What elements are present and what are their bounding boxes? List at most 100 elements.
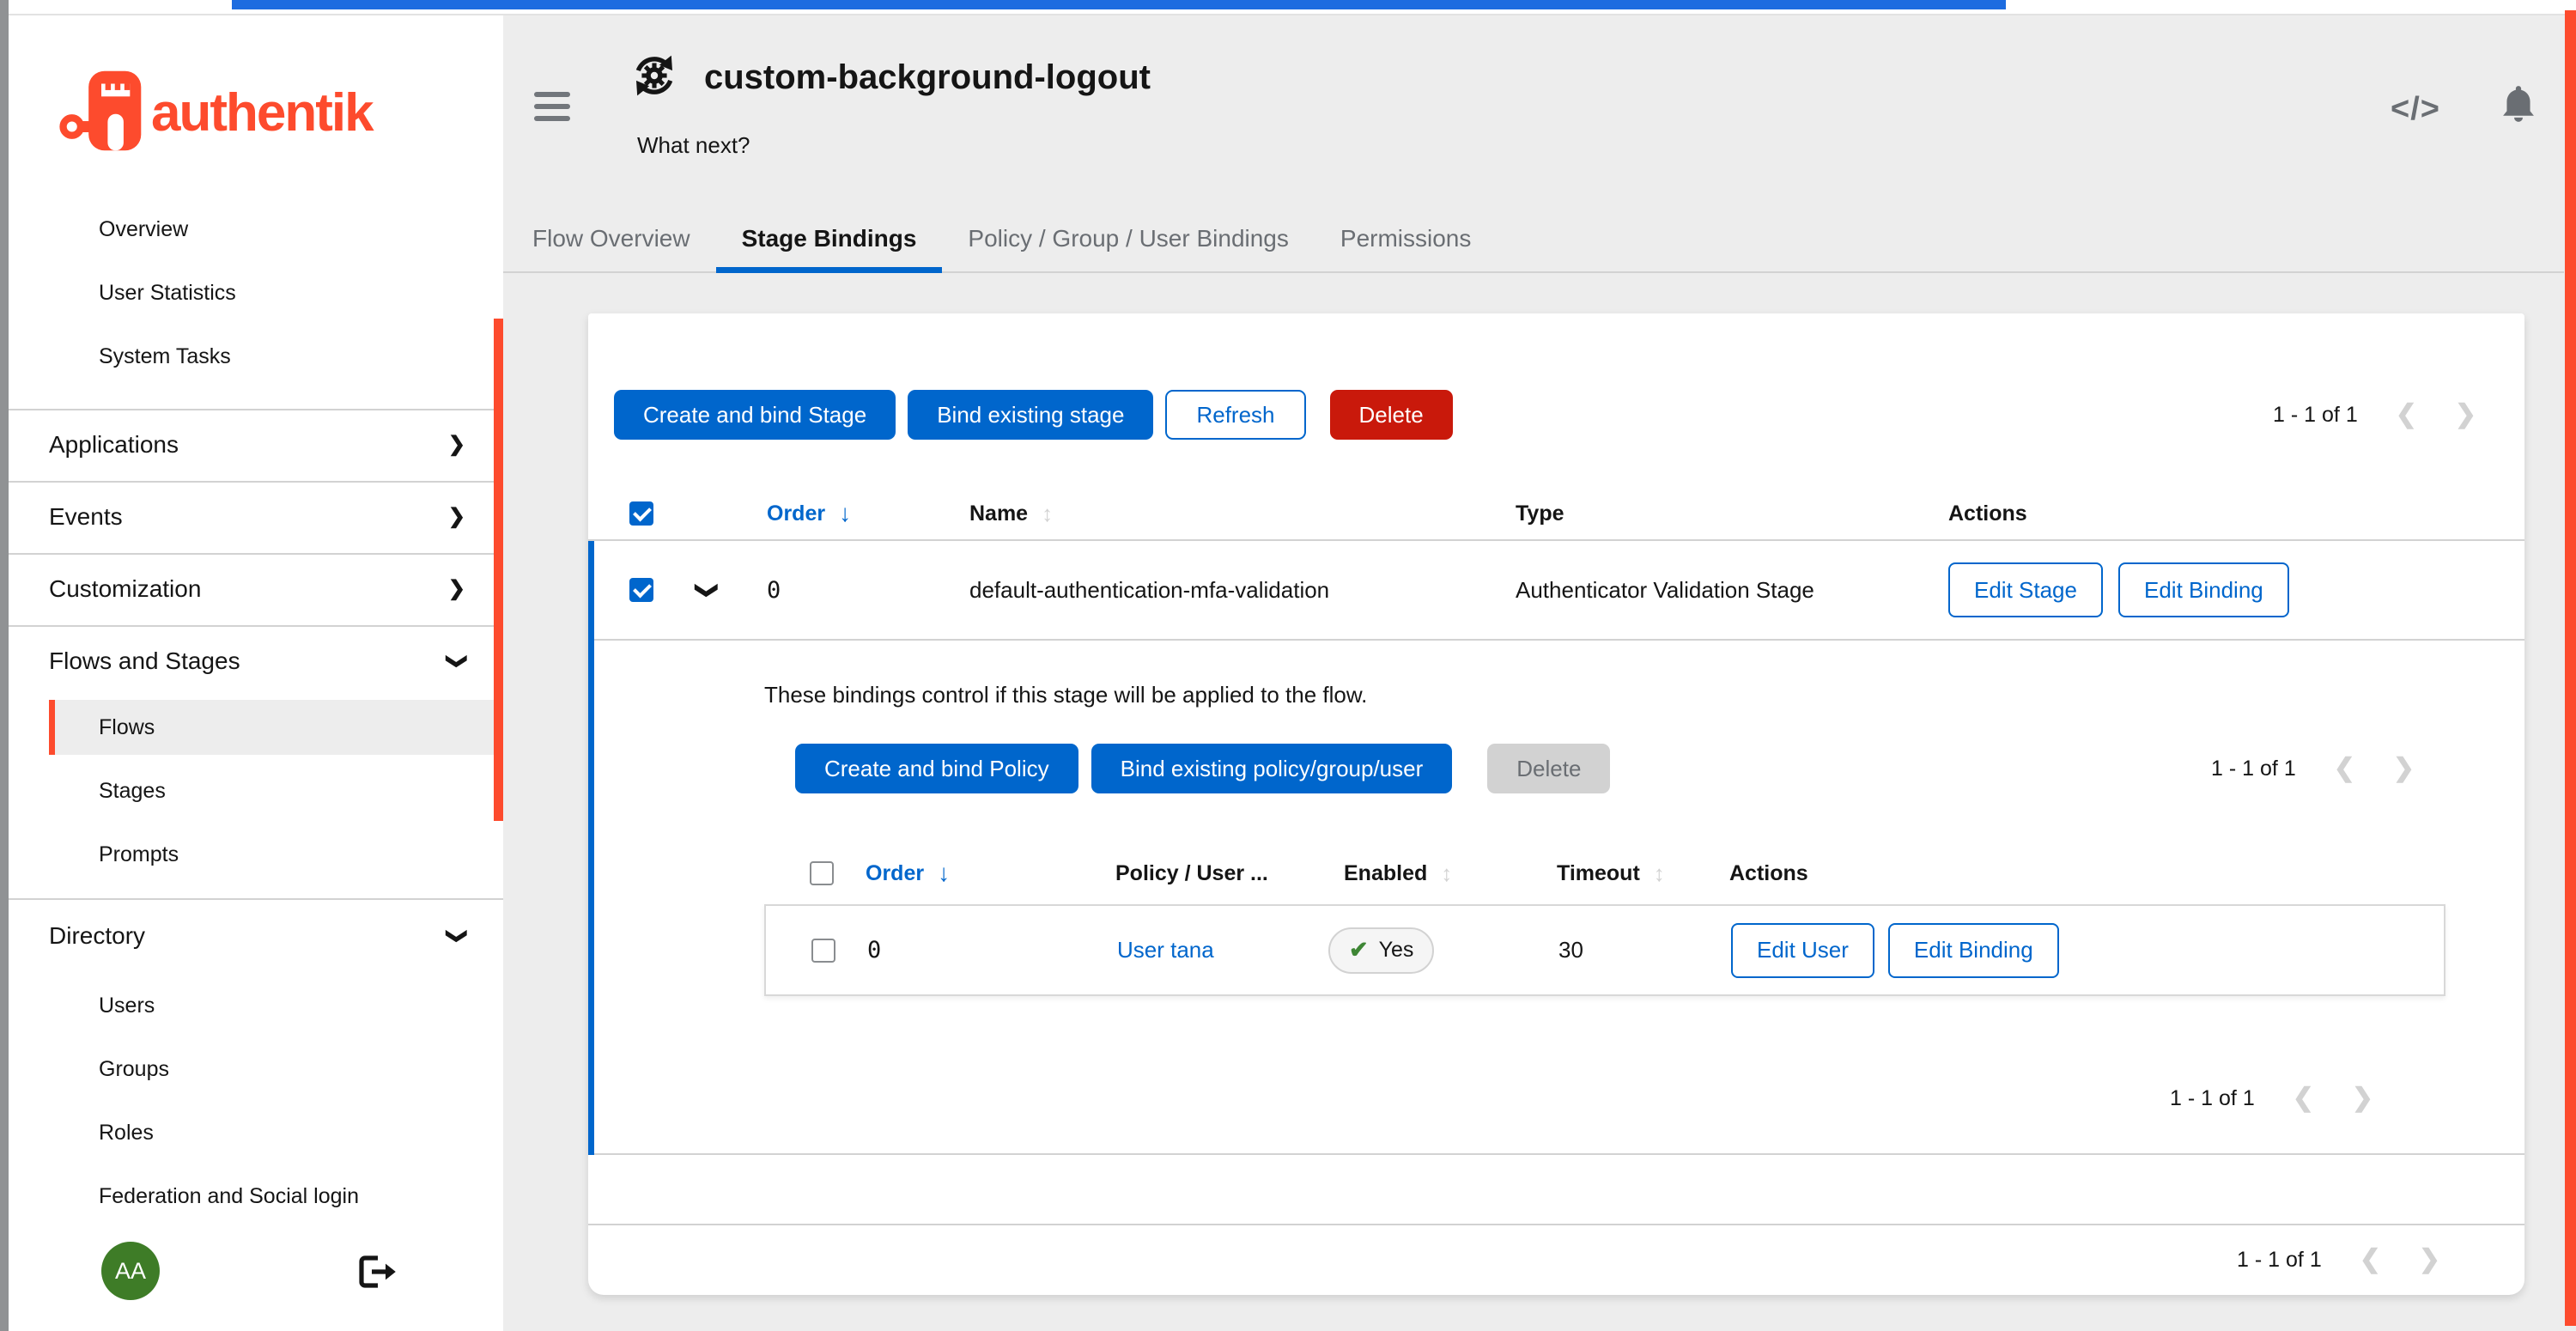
stage-table-header: Order ↓ Name ↕ Type Actions — [588, 486, 2524, 541]
policy-table-header: Order ↓ Policy / User ... Enabled ↕ Time… — [764, 842, 2445, 904]
sort-icon: ↕ — [1042, 501, 1053, 527]
sidebar-item-stages[interactable]: Stages — [9, 759, 503, 823]
pagination-next-icon[interactable]: ❯ — [2455, 402, 2476, 428]
pagination-prev-icon[interactable]: ❮ — [2396, 402, 2417, 428]
menu-icon[interactable] — [534, 92, 570, 128]
pagination-label: 1 - 1 of 1 — [2237, 1248, 2322, 1273]
select-all-checkbox[interactable] — [810, 861, 834, 885]
policy-table: Order ↓ Policy / User ... Enabled ↕ Time… — [764, 842, 2445, 996]
select-all-checkbox[interactable] — [629, 501, 653, 526]
pagination-next-icon[interactable]: ❯ — [2419, 1247, 2440, 1273]
sidebar-item-overview[interactable]: Overview — [9, 198, 503, 261]
select-all-cell — [629, 486, 653, 541]
column-label: Name — [969, 501, 1028, 526]
chevron-right-icon: ❯ — [448, 507, 465, 527]
column-label: Actions — [1729, 861, 1808, 886]
stage-toolbar: Create and bind Stage Bind existing stag… — [614, 390, 2476, 440]
sidebar-group-directory[interactable]: Directory ❯ — [9, 898, 503, 974]
sidebar-item-label: Groups — [99, 1057, 169, 1082]
row-expander-cell: ❯ — [698, 541, 717, 639]
tab-stage-bindings[interactable]: Stage Bindings — [716, 206, 943, 271]
chevron-down-icon: ❯ — [447, 927, 467, 945]
tab-permissions[interactable]: Permissions — [1315, 206, 1497, 271]
policy-table-row: 0 User tana ✔ Yes 30 Edit User Edit Bind… — [764, 904, 2445, 996]
sidebar-item-label: System Tasks — [99, 344, 231, 369]
create-and-bind-stage-button[interactable]: Create and bind Stage — [614, 390, 896, 440]
sidebar-item-label: Flows — [99, 715, 155, 740]
bind-existing-stage-button[interactable]: Bind existing stage — [908, 390, 1153, 440]
pagination-prev-icon[interactable]: ❮ — [2360, 1247, 2381, 1273]
column-label: Policy / User ... — [1115, 861, 1268, 886]
column-header-name[interactable]: Name ↕ — [969, 486, 1053, 541]
column-header-actions: Actions — [1729, 842, 1808, 904]
cell-actions: Edit Stage Edit Binding — [1948, 541, 2289, 639]
edit-stage-button[interactable]: Edit Stage — [1948, 562, 2103, 617]
sidebar-group-applications[interactable]: Applications ❯ — [9, 409, 503, 481]
sort-descending-icon: ↓ — [938, 860, 950, 887]
page-scrollbar[interactable] — [2565, 10, 2576, 1326]
bind-existing-policy-button[interactable]: Bind existing policy/group/user — [1091, 744, 1453, 793]
sidebar-group-flows-and-stages[interactable]: Flows and Stages ❯ — [9, 625, 503, 697]
row-checkbox[interactable] — [629, 578, 653, 602]
notification-bell-icon[interactable] — [2497, 82, 2540, 130]
sidebar: authentik Overview User Statistics Syste… — [9, 15, 503, 1331]
tab-bar: Flow Overview Stage Bindings Policy / Gr… — [503, 206, 2564, 273]
pagination-next-icon[interactable]: ❯ — [2393, 756, 2415, 781]
expander-chevron-icon[interactable]: ❯ — [694, 580, 720, 599]
tab-flow-overview[interactable]: Flow Overview — [507, 206, 716, 271]
pagination-label: 1 - 1 of 1 — [2170, 1086, 2255, 1111]
api-code-icon[interactable]: </> — [2391, 91, 2440, 128]
sidebar-item-label: Prompts — [99, 842, 179, 867]
sidebar-item-groups[interactable]: Groups — [9, 1037, 503, 1101]
card-footer: 1 - 1 of 1 ❮ ❯ — [588, 1224, 2524, 1294]
column-header-type: Type — [1516, 486, 1564, 541]
column-header-policy-user[interactable]: Policy / User ... — [1115, 842, 1268, 904]
sidebar-group-label: Customization — [49, 575, 201, 603]
column-label: Timeout — [1557, 861, 1640, 886]
pagination-bottom: 1 - 1 of 1 ❮ ❯ — [2237, 1247, 2440, 1273]
sidebar-group-customization[interactable]: Customization ❯ — [9, 553, 503, 625]
pagination-prev-icon[interactable]: ❮ — [2293, 1085, 2314, 1111]
sidebar-item-label: Roles — [99, 1121, 154, 1146]
sidebar-item-flows[interactable]: Flows — [49, 700, 494, 755]
sidebar-group-events[interactable]: Events ❯ — [9, 481, 503, 553]
column-header-enabled[interactable]: Enabled ↕ — [1344, 842, 1452, 904]
column-header-timeout[interactable]: Timeout ↕ — [1557, 842, 1665, 904]
authentik-logo[interactable]: authentik — [58, 65, 373, 161]
cell-actions: Edit User Edit Binding — [1731, 906, 2059, 994]
sidebar-item-federation-social-login[interactable]: Federation and Social login — [9, 1164, 503, 1228]
check-icon: ✔ — [1349, 937, 1369, 963]
sidebar-item-user-statistics[interactable]: User Statistics — [9, 261, 503, 325]
stage-bindings-card: Create and bind Stage Bind existing stag… — [588, 313, 2524, 1295]
sign-out-icon[interactable] — [352, 1252, 400, 1296]
edit-user-button[interactable]: Edit User — [1731, 923, 1874, 978]
enabled-label: Yes — [1379, 938, 1414, 963]
delete-button[interactable]: Delete — [1330, 390, 1453, 440]
column-label: Actions — [1948, 501, 2027, 526]
edit-binding-button[interactable]: Edit Binding — [1888, 923, 2059, 978]
user-link[interactable]: User tana — [1117, 937, 1214, 963]
column-header-order[interactable]: Order ↓ — [767, 486, 851, 541]
pagination-next-icon[interactable]: ❯ — [2352, 1085, 2373, 1111]
pagination-prev-icon[interactable]: ❮ — [2334, 756, 2355, 781]
sidebar-item-prompts[interactable]: Prompts — [9, 823, 503, 886]
sidebar-item-users[interactable]: Users — [9, 974, 503, 1037]
delete-policy-button[interactable]: Delete — [1487, 744, 1610, 793]
avatar[interactable]: AA — [101, 1242, 160, 1300]
column-label: Order — [767, 501, 825, 526]
sidebar-scrollbar[interactable] — [494, 319, 503, 821]
column-header-order[interactable]: Order ↓ — [866, 842, 950, 904]
sidebar-item-label: User Statistics — [99, 281, 236, 306]
sidebar-item-system-tasks[interactable]: System Tasks — [9, 325, 503, 388]
create-and-bind-policy-button[interactable]: Create and bind Policy — [795, 744, 1078, 793]
flow-process-icon — [630, 52, 678, 104]
sort-icon: ↕ — [1441, 860, 1452, 887]
sidebar-item-roles[interactable]: Roles — [9, 1101, 503, 1164]
chevron-right-icon: ❯ — [448, 579, 465, 599]
edit-binding-button[interactable]: Edit Binding — [2118, 562, 2289, 617]
tab-policy-group-user-bindings[interactable]: Policy / Group / User Bindings — [942, 206, 1315, 271]
cell-policy-user: User tana — [1117, 906, 1214, 994]
page-subtitle: What next? — [637, 132, 750, 159]
refresh-button[interactable]: Refresh — [1165, 390, 1305, 440]
row-checkbox[interactable] — [811, 939, 835, 963]
